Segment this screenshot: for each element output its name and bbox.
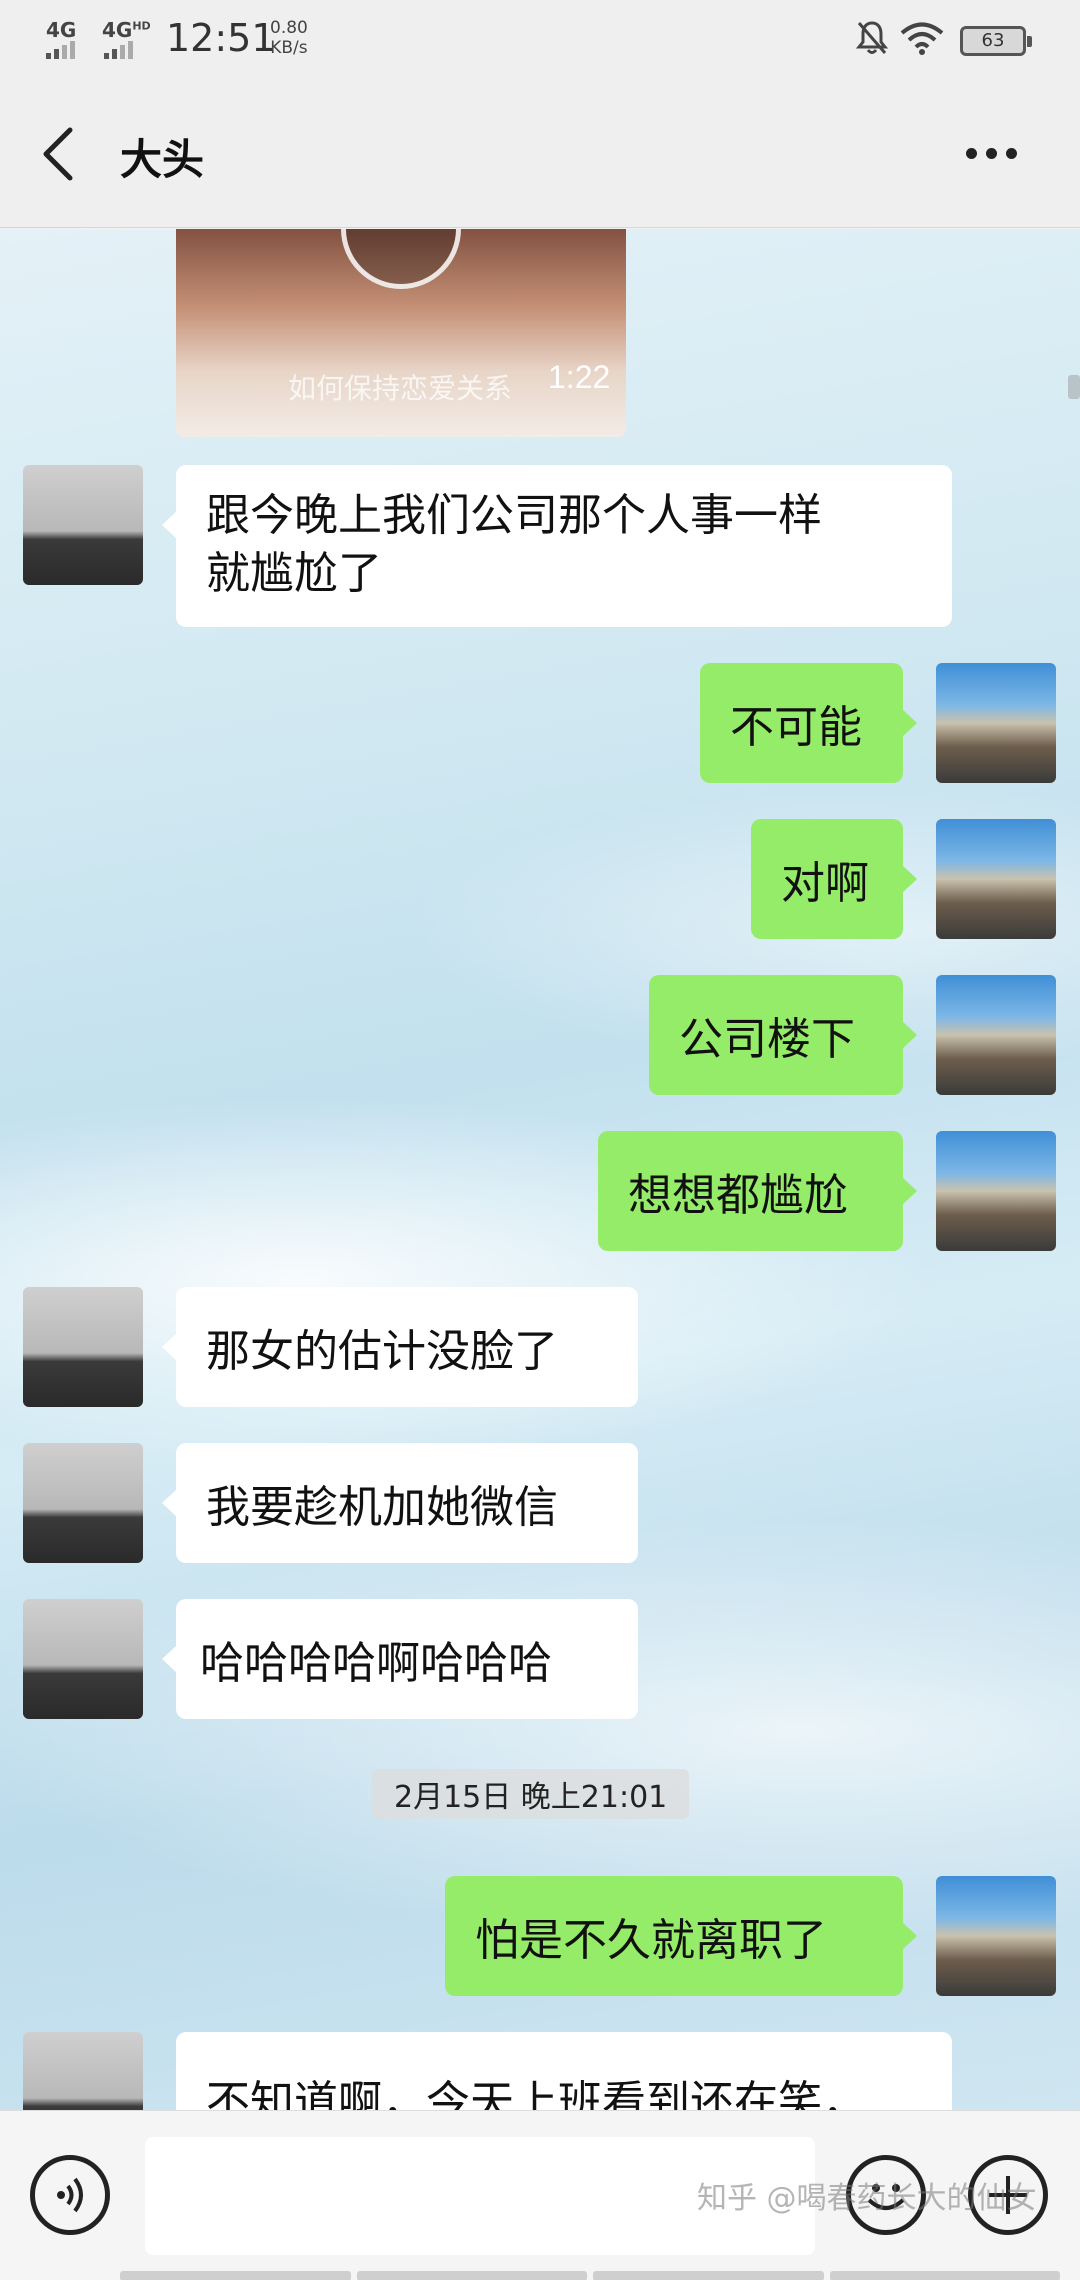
message-bubble[interactable]: 跟今晚上我们公司那个人事一样 就尴尬了 [162, 465, 952, 627]
message-bubble[interactable]: 我要趁机加她微信 [162, 1443, 638, 1563]
message-bubble[interactable]: 不可能 [700, 663, 917, 783]
chat-title: 大头 [120, 135, 205, 184]
message-bubble[interactable]: 怕是不久就离职了 [445, 1876, 917, 1996]
message-bubble[interactable]: 对啊 [751, 819, 917, 939]
battery-level: 63 [981, 30, 1005, 51]
voice-input-button[interactable] [30, 2155, 110, 2235]
message-bubble[interactable]: 不知道啊，今天上班看到还在笑， [176, 2032, 952, 2110]
self-avatar[interactable] [936, 1131, 1056, 1251]
contact-avatar[interactable] [23, 465, 143, 585]
video-message-thumbnail[interactable]: 如何保持恋爱关系 1:22 [176, 229, 626, 437]
video-caption: 如何保持恋爱关系 [288, 372, 513, 405]
status-bar: 4G 4GHD 12:51 0.80 KB/s 63 [0, 0, 1080, 80]
watermark: 知乎 @喝春药长大的仙女 [697, 2181, 1037, 2216]
more-options-icon[interactable] [966, 144, 1026, 163]
self-avatar[interactable] [936, 819, 1056, 939]
back-arrow-icon[interactable] [38, 124, 78, 184]
wifi-icon [900, 22, 944, 55]
contact-avatar[interactable] [23, 2032, 143, 2110]
message-bubble[interactable]: 那女的估计没脸了 [162, 1287, 638, 1407]
self-avatar[interactable] [936, 1876, 1056, 1996]
chat-header: 大头 [0, 80, 1080, 228]
scrollbar[interactable] [1068, 375, 1080, 399]
mute-bell-icon [856, 21, 888, 54]
message-bubble[interactable]: 想想都尴尬 [598, 1131, 917, 1251]
voice-icon [57, 2177, 83, 2213]
contact-avatar[interactable] [23, 1443, 143, 1563]
play-icon[interactable] [341, 229, 461, 289]
timestamp-divider: 2月15日 晚上21:01 [372, 1769, 690, 1819]
sim1-signal-label: 4G [46, 18, 77, 42]
chat-message-list[interactable]: 如何保持恋爱关系 1:22 跟今晚上我们公司那个人事一样 就尴尬了 不可能 对啊… [0, 229, 1080, 2110]
message-bubble[interactable]: 公司楼下 [649, 975, 917, 1095]
contact-avatar[interactable] [23, 1599, 143, 1719]
clock: 12:51 [166, 16, 276, 60]
sim2-signal-icon [104, 40, 136, 59]
battery-icon: 63 [960, 26, 1032, 56]
video-duration: 1:22 [548, 359, 611, 395]
sim1-signal-icon [46, 40, 78, 59]
message-bubble[interactable]: 哈哈哈哈啊哈哈哈 [162, 1599, 638, 1719]
sim2-signal-label: 4GHD [102, 18, 151, 42]
bottom-toolbar-strip [120, 2271, 1060, 2280]
network-speed: 0.80 KB/s [270, 18, 308, 58]
input-bar: 知乎 @喝春药长大的仙女 [0, 2110, 1080, 2280]
self-avatar[interactable] [936, 663, 1056, 783]
self-avatar[interactable] [936, 975, 1056, 1095]
contact-avatar[interactable] [23, 1287, 143, 1407]
